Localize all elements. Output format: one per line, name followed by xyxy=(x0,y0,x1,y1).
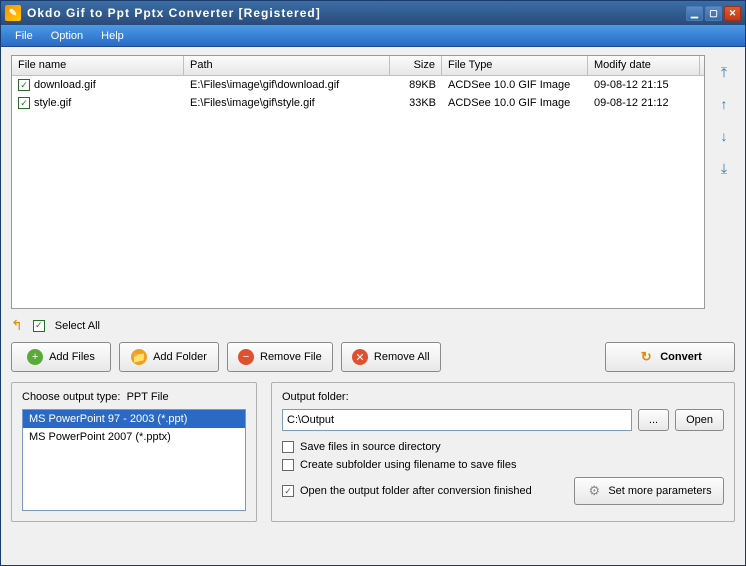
save-in-source-checkbox[interactable] xyxy=(282,441,294,453)
create-subfolder-label: Create subfolder using filename to save … xyxy=(300,459,516,471)
convert-icon: ↻ xyxy=(638,349,654,365)
output-type-option[interactable]: MS PowerPoint 2007 (*.pptx) xyxy=(23,428,245,446)
output-folder-label: Output folder: xyxy=(282,391,724,403)
plus-icon: + xyxy=(27,349,43,365)
select-all-label: Select All xyxy=(55,320,100,332)
gear-icon: ⚙ xyxy=(586,483,602,499)
table-row[interactable]: ✓download.gifE:\Files\image\gif\download… xyxy=(12,76,704,94)
minimize-button[interactable]: ▁ xyxy=(686,6,703,21)
open-folder-button[interactable]: Open xyxy=(675,409,724,431)
output-type-current: PPT File xyxy=(127,391,169,403)
folder-icon: 📁 xyxy=(131,349,147,365)
col-header-name[interactable]: File name xyxy=(12,56,184,75)
output-folder-panel: Output folder: ... Open Save files in so… xyxy=(271,382,735,522)
menu-option[interactable]: Option xyxy=(43,27,91,45)
select-all-checkbox[interactable]: ✓ xyxy=(33,320,45,332)
add-folder-button[interactable]: 📁 Add Folder xyxy=(119,342,219,372)
col-header-size[interactable]: Size xyxy=(390,56,442,75)
add-files-button[interactable]: + Add Files xyxy=(11,342,111,372)
move-up-button[interactable]: ↑ xyxy=(715,95,733,113)
add-folder-label: Add Folder xyxy=(153,351,207,363)
row-checkbox[interactable]: ✓ xyxy=(18,97,30,109)
up-folder-icon[interactable]: ↰ xyxy=(11,317,23,334)
col-header-path[interactable]: Path xyxy=(184,56,390,75)
output-type-panel: Choose output type: PPT File MS PowerPoi… xyxy=(11,382,257,522)
set-more-parameters-button[interactable]: ⚙ Set more parameters xyxy=(574,477,724,505)
open-after-label: Open the output folder after conversion … xyxy=(300,485,532,497)
remove-all-label: Remove All xyxy=(374,351,430,363)
minus-icon: − xyxy=(238,349,254,365)
row-checkbox[interactable]: ✓ xyxy=(18,79,30,91)
menubar: File Option Help xyxy=(1,25,745,47)
titlebar: ✎ Okdo Gif to Ppt Pptx Converter [Regist… xyxy=(1,1,745,25)
open-after-checkbox[interactable]: ✓ xyxy=(282,485,294,497)
file-grid[interactable]: File name Path Size File Type Modify dat… xyxy=(11,55,705,309)
create-subfolder-checkbox[interactable] xyxy=(282,459,294,471)
output-type-option[interactable]: MS PowerPoint 97 - 2003 (*.ppt) xyxy=(23,410,245,428)
move-down-button[interactable]: ↓ xyxy=(715,127,733,145)
table-row[interactable]: ✓style.gifE:\Files\image\gif\style.gif33… xyxy=(12,94,704,112)
remove-file-label: Remove File xyxy=(260,351,322,363)
save-in-source-label: Save files in source directory xyxy=(300,441,441,453)
col-header-date[interactable]: Modify date xyxy=(588,56,700,75)
remove-all-button[interactable]: ✕ Remove All xyxy=(341,342,441,372)
remove-file-button[interactable]: − Remove File xyxy=(227,342,333,372)
output-type-listbox[interactable]: MS PowerPoint 97 - 2003 (*.ppt)MS PowerP… xyxy=(22,409,246,511)
maximize-button[interactable]: ▢ xyxy=(705,6,722,21)
convert-label: Convert xyxy=(660,351,702,363)
close-button[interactable]: ✕ xyxy=(724,6,741,21)
grid-header: File name Path Size File Type Modify dat… xyxy=(12,56,704,76)
more-params-label: Set more parameters xyxy=(608,485,711,497)
output-type-label: Choose output type: xyxy=(22,391,120,403)
browse-button[interactable]: ... xyxy=(638,409,669,431)
menu-help[interactable]: Help xyxy=(93,27,132,45)
move-bottom-button[interactable]: ⤓ xyxy=(715,159,733,177)
add-files-label: Add Files xyxy=(49,351,95,363)
clear-icon: ✕ xyxy=(352,349,368,365)
menu-file[interactable]: File xyxy=(7,27,41,45)
app-icon: ✎ xyxy=(5,5,21,21)
move-top-button[interactable]: ⤒ xyxy=(715,63,733,81)
col-header-type[interactable]: File Type xyxy=(442,56,588,75)
convert-button[interactable]: ↻ Convert xyxy=(605,342,735,372)
output-folder-input[interactable] xyxy=(282,409,632,431)
window-title: Okdo Gif to Ppt Pptx Converter [Register… xyxy=(27,6,686,20)
